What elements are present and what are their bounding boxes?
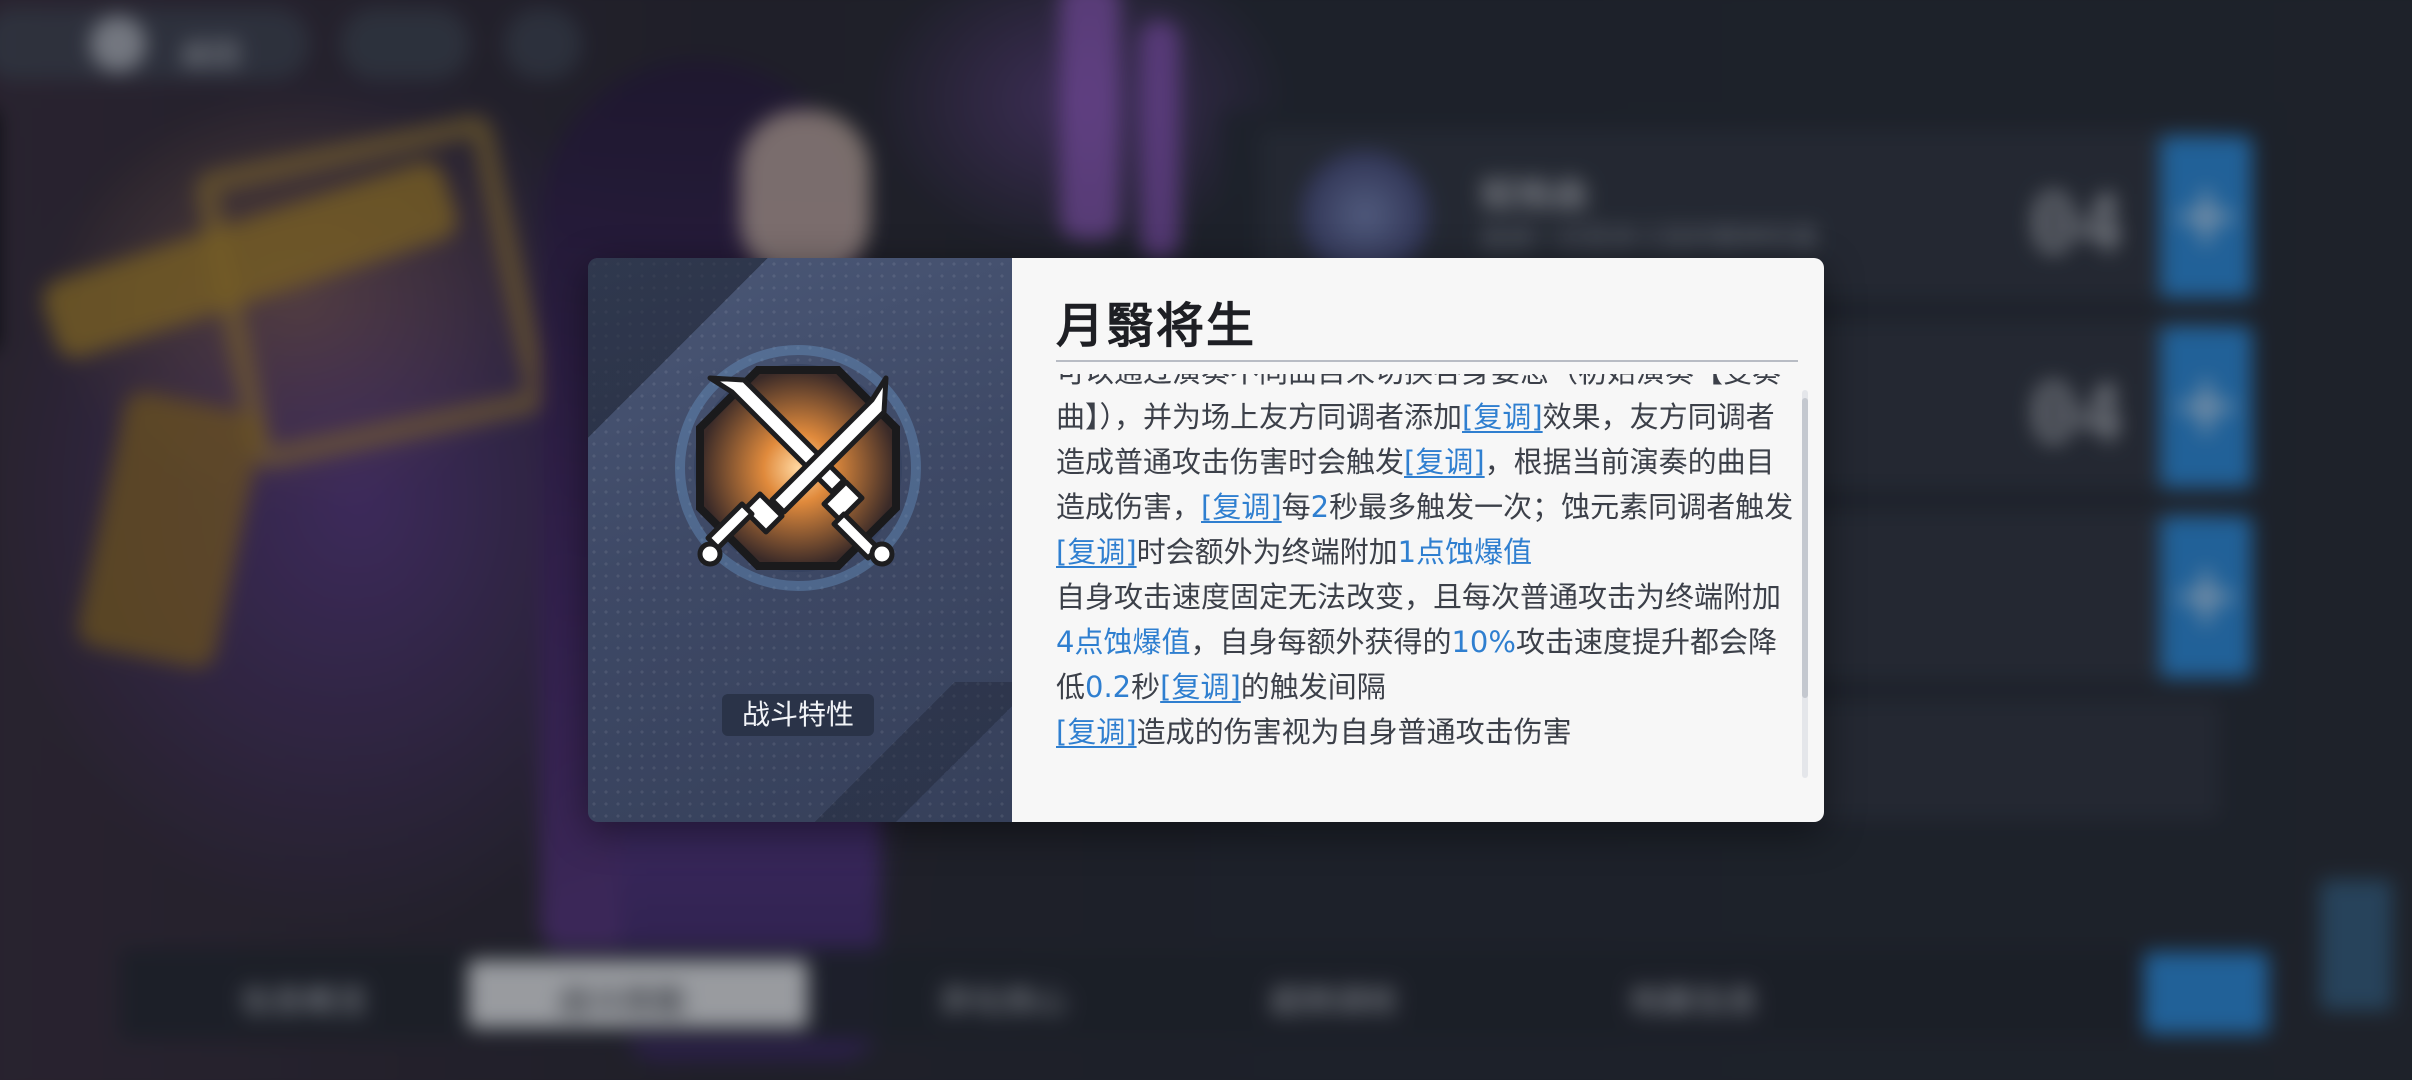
highlighted-value: 10%: [1451, 625, 1516, 659]
skill-description: 可以通过演奏不同曲目来切换各身姿态（初始演奏【变奏曲】），并为场上友方同调者添加…: [1056, 374, 1796, 755]
description-text: 秒: [1131, 670, 1161, 704]
description-paragraph: 可以通过演奏不同曲目来切换各身姿态（初始演奏【变奏曲】），并为场上友方同调者添加…: [1056, 374, 1796, 575]
keyword-link[interactable]: [复调]: [1056, 535, 1137, 569]
keyword-link[interactable]: [复调]: [1201, 490, 1282, 524]
skill-detail-card: 战斗特性 月翳将生 可以通过演奏不同曲目来切换各身姿态（初始演奏【变奏曲】），并…: [588, 258, 1824, 822]
category-badge: 战斗特性: [722, 694, 874, 736]
description-paragraph: [复调]造成的伤害视为自身普通攻击伤害: [1056, 710, 1796, 755]
description-text: ，自身每额外获得的: [1190, 625, 1452, 659]
description-text: 的触发间隔: [1240, 670, 1386, 704]
description-text: 每: [1281, 490, 1311, 524]
keyword-link[interactable]: [复调]: [1160, 670, 1241, 704]
crossed-swords-icon: [675, 345, 921, 591]
title-divider: [1056, 360, 1798, 362]
description-paragraph: 自身攻击速度固定无法改变，且每次普通攻击为终端附加 4点蚀爆值，自身每额外获得的1…: [1056, 575, 1796, 710]
highlighted-value: 1点蚀爆值: [1397, 535, 1533, 569]
description-text: 秒最多触发一次；蚀元素同调者触发: [1329, 490, 1794, 524]
highlighted-value: 4点蚀爆值: [1056, 625, 1191, 659]
skill-title: 月翳将生: [1056, 298, 1257, 354]
description-text: 造成的伤害视为自身普通攻击伤害: [1136, 715, 1572, 749]
highlighted-value: 0.2: [1085, 670, 1132, 704]
keyword-link[interactable]: [复调]: [1056, 715, 1137, 749]
card-icon-panel: 战斗特性: [588, 258, 1012, 822]
description-text: 自身攻击速度固定无法改变，且每次普通攻击为终端附加: [1056, 580, 1782, 614]
keyword-link[interactable]: [复调]: [1404, 445, 1485, 479]
highlighted-value: 2: [1310, 490, 1330, 524]
card-text-panel: 月翳将生 可以通过演奏不同曲目来切换各身姿态（初始演奏【变奏曲】），并为场上友方…: [1012, 258, 1824, 822]
description-text: 时会额外为终端附加: [1136, 535, 1398, 569]
scrollbar-thumb[interactable]: [1802, 398, 1808, 698]
keyword-link[interactable]: [复调]: [1462, 400, 1543, 434]
description-scroll-area[interactable]: 可以通过演奏不同曲目来切换各身姿态（初始演奏【变奏曲】），并为场上友方同调者添加…: [1012, 374, 1824, 794]
screen: 返回 赋格曲 造成一次至多三段的精神伤害 04 04 信息概览 战斗技能 异化核…: [0, 0, 2412, 1080]
